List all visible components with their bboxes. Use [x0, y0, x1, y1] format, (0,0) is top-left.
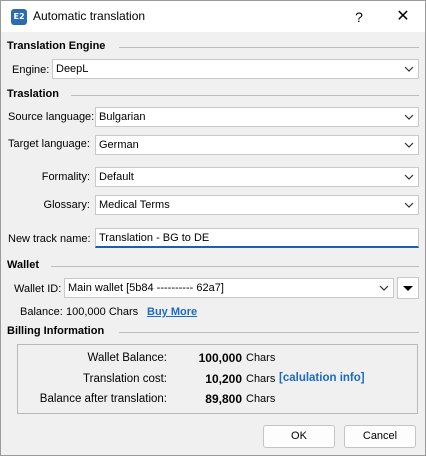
translation-cost-unit: Chars	[246, 373, 276, 385]
formality-label: Formality:	[41, 171, 90, 183]
wallet-balance-label: Wallet Balance:	[87, 352, 167, 364]
formality-select[interactable]: Default	[95, 167, 419, 187]
wallet-id-value: Main wallet [5b84 ---------- 62a7]	[68, 282, 224, 294]
title-bar: E2 Automatic translation ? ✕	[1, 1, 425, 32]
wallet-id-label: Wallet ID:	[14, 283, 62, 295]
separator	[71, 95, 419, 96]
wallet-id-select[interactable]: Main wallet [5b84 ---------- 62a7]	[64, 278, 394, 298]
glossary-select[interactable]: Medical Terms	[95, 195, 419, 215]
balance-after-label: Balance after translation:	[39, 393, 167, 405]
formality-value: Default	[99, 171, 134, 183]
source-language-value: Bulgarian	[99, 111, 146, 123]
track-name-input[interactable]: Translation - BG to DE	[95, 228, 419, 248]
balance-after-value: 89,800	[205, 392, 242, 406]
billing-heading: Billing Information	[7, 325, 105, 337]
chevron-down-icon	[404, 202, 414, 208]
help-button[interactable]: ?	[347, 5, 371, 29]
calculation-info-link[interactable]: [calulation info]	[279, 372, 365, 384]
translation-cost-label: Translation cost:	[83, 373, 167, 385]
target-language-select[interactable]: German	[95, 135, 419, 155]
ok-button[interactable]: OK	[263, 425, 335, 448]
engine-select[interactable]: DeepL	[52, 59, 419, 79]
app-icon: E2	[11, 9, 27, 25]
translation-cost-value: 10,200	[205, 372, 242, 386]
balance-label: Balance:	[20, 306, 63, 318]
engine-label: Engine:	[12, 64, 50, 76]
source-language-select[interactable]: Bulgarian	[95, 107, 419, 127]
source-language-label: Source language:	[8, 111, 95, 123]
dialog-window: E2 Automatic translation ? ✕ Translation…	[0, 0, 426, 456]
track-name-value: Translation - BG to DE	[99, 232, 210, 244]
target-language-value: German	[99, 139, 139, 151]
chevron-down-icon	[404, 174, 414, 180]
translation-heading: Traslation	[7, 88, 59, 100]
wallet-menu-button[interactable]	[397, 277, 419, 299]
wallet-balance-value: 100,000	[198, 351, 242, 365]
chevron-down-icon	[404, 114, 414, 120]
wallet-balance-unit: Chars	[246, 352, 276, 364]
target-language-label: Target language:	[8, 138, 90, 150]
track-name-label: New track name:	[8, 233, 91, 245]
separator	[51, 266, 419, 267]
glossary-label: Glossary:	[43, 199, 90, 211]
caret-down-icon	[403, 286, 413, 291]
close-button[interactable]: ✕	[391, 5, 415, 29]
buy-more-link[interactable]: Buy More	[147, 306, 197, 318]
glossary-value: Medical Terms	[99, 199, 170, 211]
chevron-down-icon	[379, 285, 389, 291]
chevron-down-icon	[404, 66, 414, 72]
balance-value: 100,000 Chars	[66, 306, 139, 318]
translation-engine-heading: Translation Engine	[7, 40, 106, 52]
separator	[119, 47, 419, 48]
cancel-button[interactable]: Cancel	[344, 425, 416, 448]
separator	[119, 332, 419, 333]
balance-after-unit: Chars	[246, 393, 276, 405]
engine-value: DeepL	[56, 63, 89, 75]
chevron-down-icon	[404, 142, 414, 148]
dialog-title: Automatic translation	[33, 9, 146, 23]
wallet-heading: Wallet	[7, 259, 39, 271]
